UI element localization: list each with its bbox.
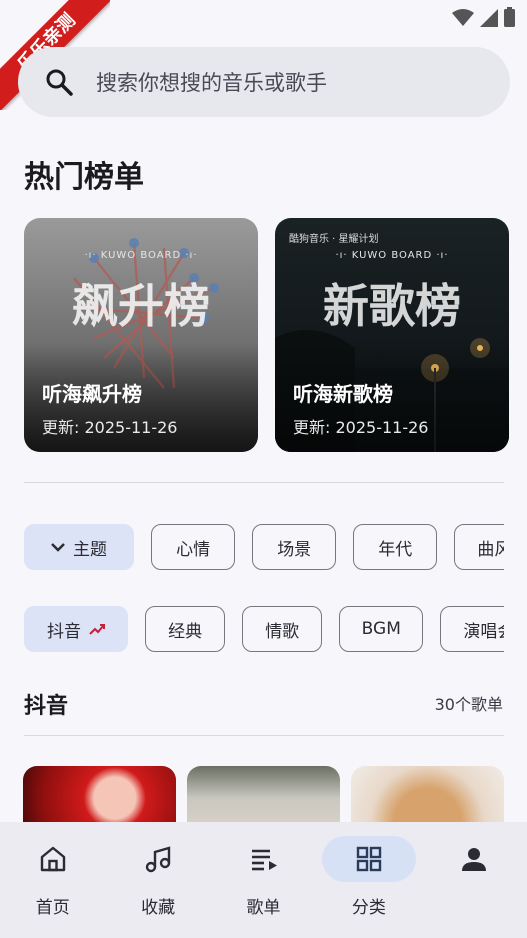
nav-home[interactable]: 首页 <box>0 822 105 938</box>
card-name: 听海飙升榜 <box>42 382 142 406</box>
card-updated: 更新: 2025-11-26 <box>293 418 429 437</box>
divider <box>24 482 504 483</box>
search-placeholder: 搜索你想搜的音乐或歌手 <box>96 71 327 95</box>
chip-bgm[interactable]: BGM <box>339 606 424 652</box>
nav-label: 收藏 <box>141 898 176 918</box>
status-bar: 乐乐亲测 <box>0 0 527 110</box>
card-art-title: 飙升榜 <box>72 279 210 333</box>
nav-label: 首页 <box>35 898 70 918</box>
chip-theme[interactable]: 主题 <box>24 524 134 570</box>
hot-charts-title: 热门榜单 <box>24 160 144 195</box>
music-note-icon <box>145 846 171 873</box>
card-logo: ·ı· KUWO BOARD ·ı· <box>335 250 449 261</box>
chip-label: 年代 <box>378 539 413 560</box>
chip-label: 情歌 <box>265 621 300 642</box>
divider <box>24 735 504 736</box>
chip-classic[interactable]: 经典 <box>145 606 226 652</box>
card-logo: ·ı· KUWO BOARD ·ı· <box>84 250 198 261</box>
chip-era[interactable]: 年代 <box>353 524 438 570</box>
chip-douyin[interactable]: 抖音 <box>24 606 128 652</box>
card-art-title: 新歌榜 <box>323 279 461 333</box>
card-brand: 酷狗音乐 · 星耀计划 <box>289 234 379 245</box>
nav-playlists[interactable]: 歌单 <box>211 822 316 938</box>
chip-genre[interactable]: 曲风流 <box>454 524 504 570</box>
chip-mood[interactable]: 心情 <box>151 524 236 570</box>
battery-icon <box>504 7 515 27</box>
chip-label: 心情 <box>176 539 211 560</box>
chevron-down-icon <box>51 543 65 552</box>
wifi-icon <box>452 9 474 26</box>
nav-label: 歌单 <box>246 898 281 918</box>
chip-scene[interactable]: 场景 <box>252 524 337 570</box>
chart-card-rising[interactable]: ·ı· KUWO BOARD ·ı· 飙升榜 听海飙升榜 更新: 2025-11… <box>24 218 258 452</box>
home-icon <box>40 846 65 872</box>
tag-chip-row: 抖音 经典 情歌 BGM 演唱会 <box>24 606 504 652</box>
chip-label: 曲风流 <box>477 539 504 560</box>
chip-label: 场景 <box>277 539 312 560</box>
playlist-icon <box>251 849 277 871</box>
nav-label: 分类 <box>351 898 386 918</box>
profile-icon <box>462 848 487 871</box>
search-icon <box>46 69 73 96</box>
card-updated: 更新: 2025-11-26 <box>42 418 178 437</box>
chip-concert[interactable]: 演唱会 <box>440 606 504 652</box>
playlist-count: 30个歌单 <box>434 695 503 714</box>
nav-categories[interactable]: 分类 <box>316 822 421 938</box>
nav-profile[interactable] <box>422 822 527 938</box>
chip-label: BGM <box>361 619 401 639</box>
chart-card-new[interactable]: 酷狗音乐 · 星耀计划 ·ı· KUWO BOARD ·ı· 新歌榜 听海新歌榜… <box>275 218 509 452</box>
bottom-navigation: 首页 收藏 歌单 分类 <box>0 822 527 938</box>
playlist-section-title: 抖音 <box>24 694 69 719</box>
trending-icon <box>89 624 105 635</box>
nav-favorites[interactable]: 收藏 <box>105 822 210 938</box>
chip-love-songs[interactable]: 情歌 <box>242 606 323 652</box>
search-bar[interactable]: 搜索你想搜的音乐或歌手 <box>18 47 510 117</box>
grid-icon <box>356 846 382 872</box>
signal-icon <box>480 9 498 27</box>
chip-label: 抖音 <box>47 621 81 642</box>
category-chip-row: 主题 心情 场景 年代 曲风流 <box>24 524 504 570</box>
card-name: 听海新歌榜 <box>293 382 393 406</box>
chip-label: 演唱会 <box>463 621 504 642</box>
chip-label: 主题 <box>73 539 107 560</box>
chip-label: 经典 <box>168 621 203 642</box>
status-icons <box>452 7 515 27</box>
